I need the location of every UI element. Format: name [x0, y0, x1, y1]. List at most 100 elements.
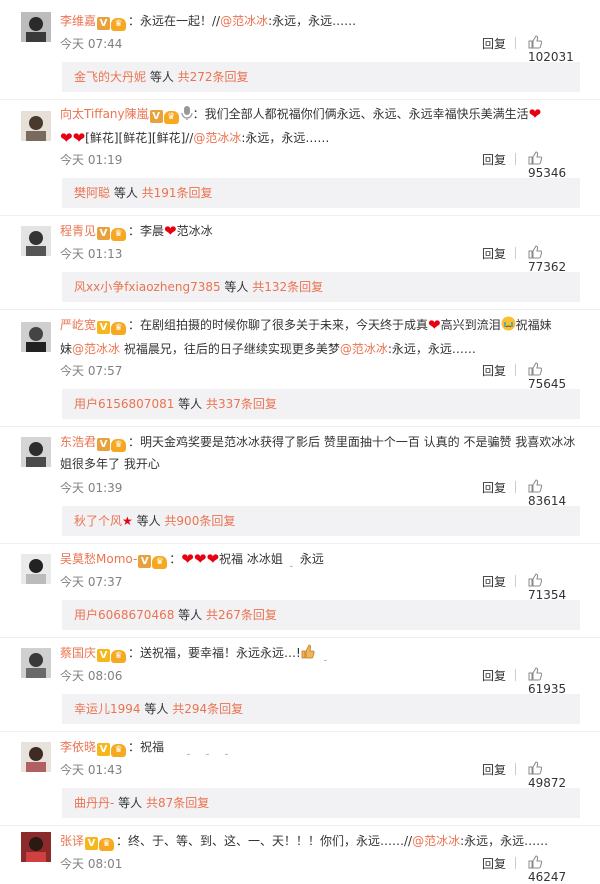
reply-button[interactable]: 回复 [482, 573, 506, 590]
sub-replies-box[interactable]: 樊阿聪 等人 共191条回复 [62, 178, 580, 208]
username[interactable]: 吴莫愁Momo- [60, 552, 137, 566]
reply-button[interactable]: 回复 [482, 362, 506, 379]
username[interactable]: 东浩君 [60, 435, 96, 449]
sub-replies-box[interactable]: 金飞的大丹妮 等人 共272条回复 [62, 62, 580, 92]
sub-replies-box[interactable]: 曲丹丹- 等人 共87条回复 [62, 788, 580, 818]
avatar[interactable] [21, 12, 51, 42]
avatar[interactable] [21, 226, 51, 256]
username[interactable]: 蔡国庆 [60, 646, 96, 660]
reply-button[interactable]: 回复 [482, 855, 506, 872]
sub-reply-user[interactable]: 风xx小争fxiaozheng7385 [74, 280, 221, 294]
reply-button[interactable]: 回复 [482, 245, 506, 262]
comment-text: 高兴到流泪 [440, 318, 501, 332]
sub-reply-count[interactable]: 共337条回复 [206, 397, 277, 411]
avatar[interactable] [21, 742, 51, 772]
sub-reply-text: 等人 [174, 397, 206, 411]
sub-reply-count[interactable]: 共267条回复 [206, 608, 277, 622]
comment-time: 今天 01:19 [60, 153, 123, 167]
reply-button[interactable]: 回复 [482, 479, 506, 496]
like-button[interactable]: 75645 [528, 362, 582, 391]
comment-meta: 今天 01:39 回复 83614 [60, 479, 582, 508]
mention-link[interactable]: @范冰冰 [340, 342, 388, 356]
comment-time: 今天 01:39 [60, 481, 123, 495]
sub-reply-user[interactable]: 曲丹丹- [74, 796, 114, 810]
sub-reply-count[interactable]: 共191条回复 [142, 186, 213, 200]
sub-replies-box[interactable]: 风xx小争fxiaozheng7385 等人 共132条回复 [62, 272, 580, 302]
sub-reply-user[interactable]: 用户6156807081 [74, 397, 174, 411]
sub-replies-box[interactable]: 幸运儿1994 等人 共294条回复 [62, 694, 580, 724]
like-button[interactable]: 71354 [528, 573, 582, 602]
username[interactable]: 程青见 [60, 224, 96, 238]
reply-button[interactable]: 回复 [482, 35, 506, 52]
sub-reply-count[interactable]: 共272条回复 [178, 70, 249, 84]
like-button[interactable]: 95346 [528, 151, 582, 180]
comment-meta: 今天 07:44 回复 102031 [60, 35, 582, 64]
comment-meta: 今天 01:43 回复 49872 [60, 761, 582, 790]
mention-link[interactable]: @范冰冰 [412, 834, 460, 848]
comment-body: 张译 V ♛ ：终、于、等、到、这、一、天！！！你们，永远……//@范冰冰:永远，永远… [60, 830, 582, 852]
like-button[interactable]: 83614 [528, 479, 582, 508]
sub-reply-user[interactable]: 樊阿聪 [74, 186, 110, 200]
divider [515, 37, 516, 49]
divider [0, 426, 600, 427]
sub-reply-user[interactable]: 用户6068670468 [74, 608, 174, 622]
divider [0, 637, 600, 638]
comment-body: 向太Tiffany陳嵐 V ♛ ：我们全部人都祝福你们俩永远、永远、永远幸福快乐美满生… [60, 103, 582, 149]
avatar[interactable] [21, 832, 51, 862]
avatar[interactable] [21, 554, 51, 584]
mention-link[interactable]: @范冰冰 [193, 131, 241, 145]
comment-body: 严屹宽 V ♛ ：在剧组拍摄的时候你聊了很多关于未来，今天终于成真❤高兴到流泪 祝福妹妹… [60, 314, 582, 360]
crown-badge-icon: ♛ [111, 650, 127, 663]
username[interactable]: 李依晓 [60, 740, 96, 754]
like-button[interactable]: 77362 [528, 245, 582, 274]
reply-button[interactable]: 回复 [482, 151, 506, 168]
comment-text: ：在剧组拍摄的时候你聊了很多关于未来，今天终于成真 [128, 318, 429, 332]
like-button[interactable]: 46247 [528, 855, 582, 884]
comment-text: ： [169, 552, 182, 566]
verified-badge-icon: V [97, 321, 111, 334]
divider [515, 481, 516, 493]
username[interactable]: 张译 [60, 834, 84, 848]
sub-replies-box[interactable]: 用户6156807081 等人 共337条回复 [62, 389, 580, 419]
comment-text-tail: 永远 [299, 552, 324, 566]
crying-face-icon [501, 316, 516, 338]
comment-text-tail: :永远，永远…… [387, 342, 476, 356]
like-button[interactable]: 49872 [528, 761, 582, 790]
sub-reply-count[interactable]: 共132条回复 [252, 280, 323, 294]
crown-badge-icon: ♛ [111, 744, 127, 757]
comment-time: 今天 08:01 [60, 857, 123, 871]
sub-reply-count[interactable]: 共294条回复 [172, 702, 243, 716]
star-emoji-icon: ★ [122, 514, 133, 528]
avatar[interactable] [21, 437, 51, 467]
username[interactable]: 严屹宽 [60, 318, 96, 332]
comment-text-tail: :永远，永远…… [241, 131, 330, 145]
comment-meta: 今天 07:37 回复 71354 [60, 573, 582, 602]
like-button[interactable]: 102031 [528, 35, 582, 64]
avatar[interactable] [21, 111, 51, 141]
sub-reply-text: 等人 [220, 280, 253, 294]
sub-reply-user[interactable]: 幸运儿1994 [74, 702, 141, 716]
reply-button[interactable]: 回复 [482, 761, 506, 778]
sub-replies-box[interactable]: 秋了个风★ 等人 共900条回复 [62, 506, 580, 536]
reply-button[interactable]: 回复 [482, 667, 506, 684]
thumbs-up-icon [528, 479, 543, 493]
sub-replies-box[interactable]: 用户6068670468 等人 共267条回复 [62, 600, 580, 630]
sub-reply-count[interactable]: 共900条回复 [164, 514, 235, 528]
divider [0, 99, 600, 100]
mention-link[interactable]: @范冰冰 [220, 14, 268, 28]
mention-link[interactable]: @范冰冰 [72, 342, 120, 356]
avatar[interactable] [21, 648, 51, 678]
heart-emoji-icon: ❤ [206, 550, 220, 568]
like-button[interactable]: 61935 [528, 667, 582, 696]
username[interactable]: 李维嘉 [60, 14, 96, 28]
sub-reply-user[interactable]: 秋了个风 [74, 514, 122, 528]
comment-time: 今天 07:44 [60, 37, 123, 51]
username[interactable]: 向太Tiffany陳嵐 [60, 107, 149, 121]
sub-reply-count[interactable]: 共87条回复 [146, 796, 209, 810]
avatar[interactable] [21, 322, 51, 352]
sub-reply-text: 等人 [114, 796, 146, 810]
sub-reply-user[interactable]: 金飞的大丹妮 [74, 70, 146, 84]
crown-badge-icon: ♛ [111, 18, 127, 31]
divider [0, 309, 600, 310]
comment-text: ：我们全部人都祝福你们俩永远、永远、永远幸福快乐美满生活 [192, 107, 529, 121]
